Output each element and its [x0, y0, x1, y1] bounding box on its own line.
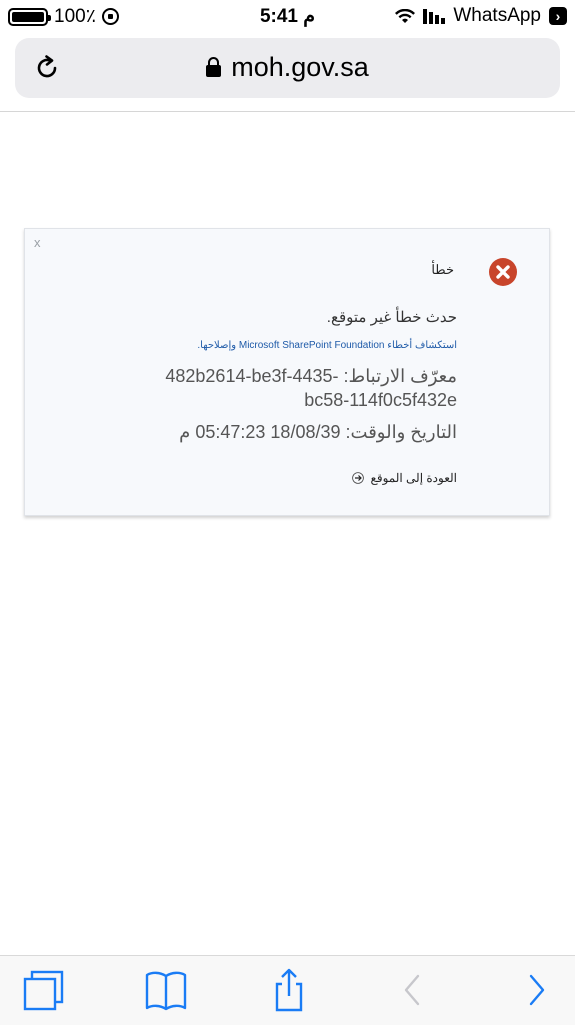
close-icon[interactable]: x: [34, 235, 41, 250]
correlation-label: معرّف الارتباط:: [343, 366, 457, 386]
status-bar: 100٪ 5:41 م WhatsApp ›: [0, 0, 575, 34]
url-display[interactable]: moh.gov.sa: [15, 52, 560, 83]
signal-icon: [423, 8, 446, 24]
forward-arrow-icon[interactable]: [515, 968, 559, 1012]
lock-icon: [206, 57, 222, 77]
arrow-right-icon: [352, 472, 365, 484]
error-dialog: x خطأ حدث خطأ غير متوقع. استكشاف أخطاء M…: [24, 228, 550, 516]
status-right: WhatsApp ›: [395, 5, 567, 27]
troubleshoot-link[interactable]: استكشاف أخطاء Microsoft SharePoint Found…: [197, 340, 457, 351]
url-text: moh.gov.sa: [231, 52, 369, 82]
browser-toolbar: [0, 955, 575, 1025]
correlation-id: معرّف الارتباط: 482b2614-be3f-4435-bc58-…: [127, 364, 457, 412]
error-title: خطأ: [431, 262, 454, 277]
datetime-value: 18/08/39 05:47:23 م: [179, 422, 341, 442]
wifi-icon: [395, 8, 416, 23]
datetime-label: التاريخ والوقت:: [345, 422, 457, 442]
datetime: التاريخ والوقت: 18/08/39 05:47:23 م: [179, 422, 457, 443]
carrier-label: WhatsApp: [453, 5, 541, 26]
error-icon: [489, 258, 517, 286]
bookmarks-icon[interactable]: [144, 968, 188, 1012]
back-to-site-label: العودة إلى الموقع: [370, 471, 457, 485]
share-icon[interactable]: [267, 968, 311, 1012]
error-message: حدث خطأ غير متوقع.: [326, 309, 457, 326]
back-to-app-icon[interactable]: ›: [549, 7, 567, 25]
tabs-icon[interactable]: [22, 968, 66, 1012]
back-to-site-link[interactable]: العودة إلى الموقع: [352, 471, 457, 485]
back-arrow-icon[interactable]: [390, 968, 434, 1012]
url-bar[interactable]: moh.gov.sa: [15, 38, 560, 98]
header-divider: [0, 111, 575, 112]
